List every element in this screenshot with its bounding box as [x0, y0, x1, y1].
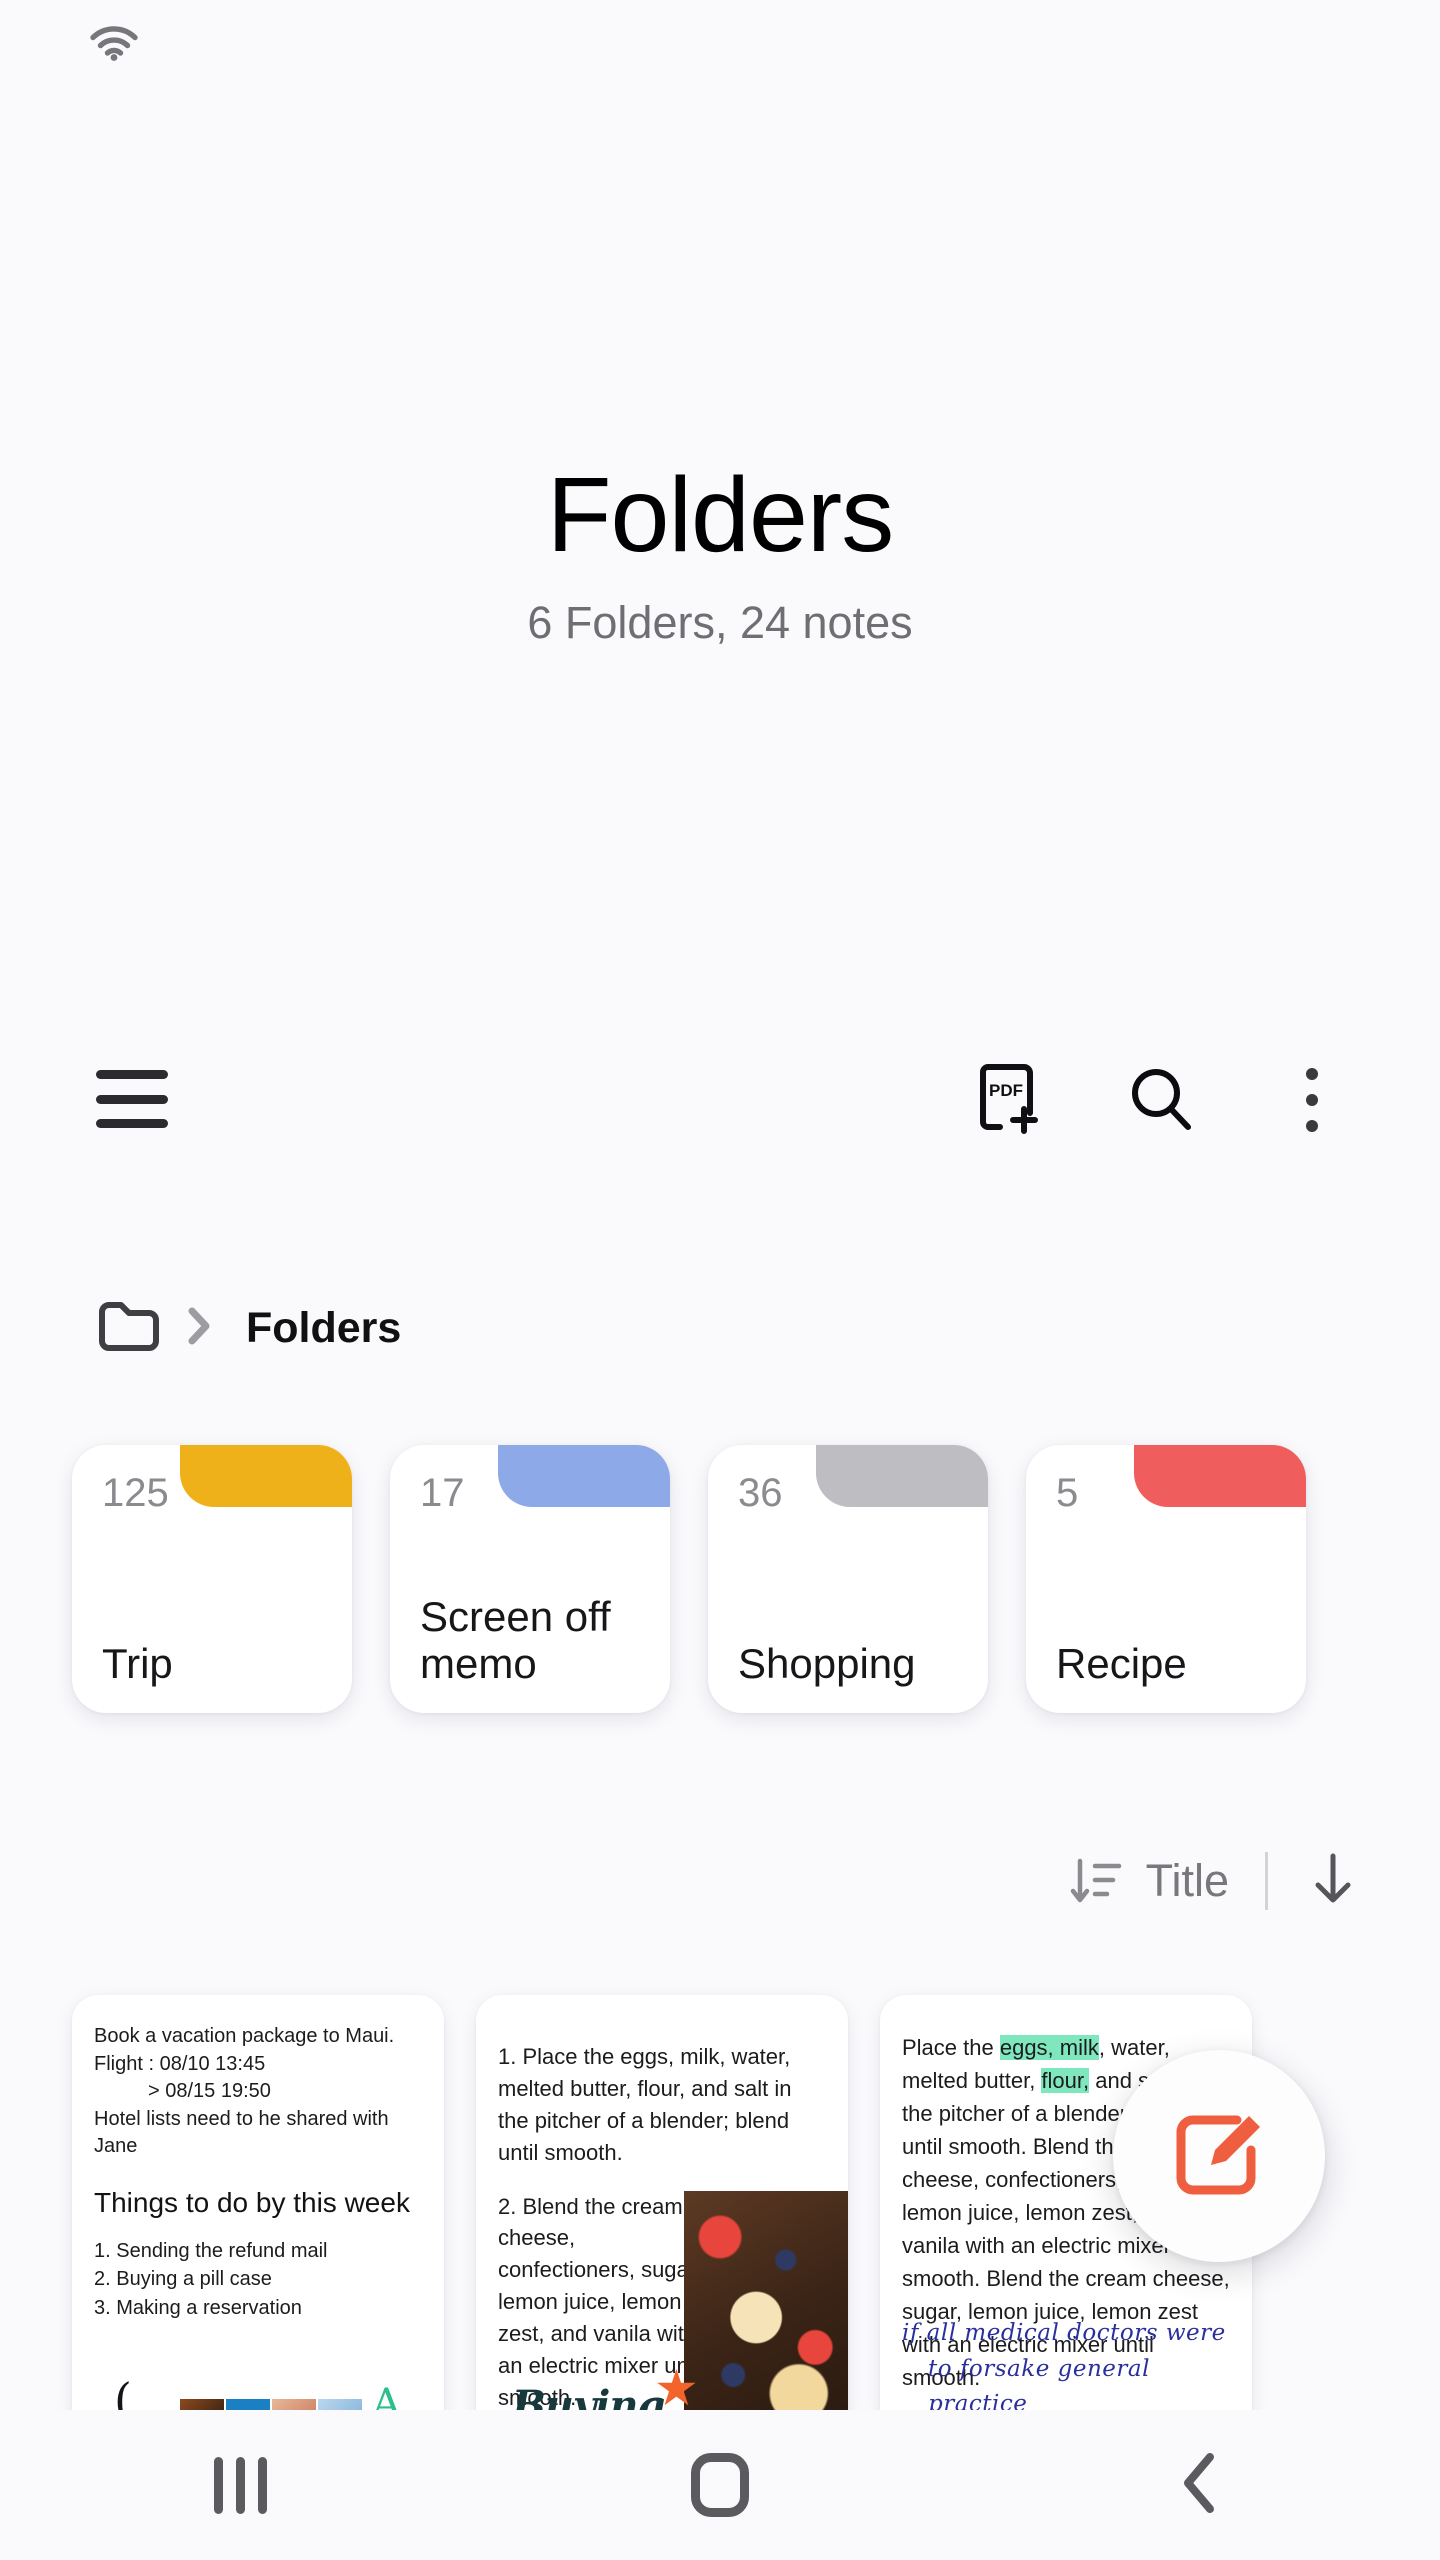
folder-card-trip[interactable]: 125 Trip: [72, 1445, 352, 1713]
hamburger-bar: [96, 1070, 168, 1079]
header-block: Folders 6 Folders, 24 notes: [0, 456, 1440, 649]
dot: [1306, 1068, 1318, 1080]
sort-by-button[interactable]: Title: [1068, 1853, 1229, 1909]
page-subtitle: 6 Folders, 24 notes: [527, 597, 913, 649]
folder-card-screen-off-memo[interactable]: 17 Screen off memo: [390, 1445, 670, 1713]
sort-label: Title: [1145, 1854, 1229, 1906]
star-icon: ★: [654, 2360, 699, 2416]
note-text-line: Hotel lists need to he shared with Jane: [94, 2107, 389, 2158]
search-icon: [1132, 1069, 1191, 1130]
note-list-item: 2. Buying a pill case: [94, 2268, 272, 2291]
note-paragraph: 1. Place the eggs, milk, water, melted b…: [498, 2044, 792, 2165]
action-bar: PDF: [0, 1040, 1440, 1180]
folder-card-recipe[interactable]: 5 Recipe: [1026, 1445, 1306, 1713]
folder-count: 17: [420, 1471, 465, 1515]
note-highlight: flour,: [1041, 2068, 1090, 2093]
folder-name: Recipe: [1056, 1639, 1187, 1687]
sort-direction-button[interactable]: [1304, 1848, 1362, 1913]
folder-tab: [816, 1445, 988, 1507]
folder-tab: [180, 1445, 352, 1507]
folder-icon[interactable]: [96, 1300, 162, 1357]
folder-tab: [1134, 1445, 1306, 1507]
search-button[interactable]: [1116, 1054, 1208, 1146]
breadcrumb: Folders: [96, 1300, 401, 1357]
sort-bar: Title: [1068, 1848, 1362, 1913]
more-options-button[interactable]: [1266, 1054, 1358, 1146]
dot: [1306, 1094, 1318, 1106]
home-button[interactable]: [480, 2410, 960, 2560]
note-card-recipe-photo[interactable]: 1. Place the eggs, milk, water, melted b…: [476, 1995, 848, 2435]
dot: [1306, 1120, 1318, 1132]
pdf-add-icon: PDF: [980, 1064, 1038, 1134]
system-navigation-bar: [0, 2410, 1440, 2560]
breadcrumb-chevron-icon: [184, 1303, 214, 1354]
note-text: Place the: [902, 2035, 1000, 2060]
recents-bar: [235, 2456, 245, 2514]
wifi-icon: [88, 23, 140, 68]
hamburger-bar: [96, 1094, 168, 1104]
hamburger-menu-icon[interactable]: [96, 1070, 168, 1128]
note-highlight: eggs, milk: [999, 2035, 1099, 2060]
status-bar: [0, 0, 1440, 90]
note-text-line: Flight : 08/10 13:45: [94, 2052, 266, 2075]
folder-count: 36: [738, 1471, 783, 1515]
back-button[interactable]: [960, 2410, 1440, 2560]
recents-button[interactable]: [0, 2410, 480, 2560]
folder-card-shopping[interactable]: 36 Shopping: [708, 1445, 988, 1713]
note-handwriting: if all medical doctors were to forsake g…: [902, 2316, 1238, 2423]
folder-count: 125: [102, 1471, 169, 1515]
notes-folders-screen: Folders 6 Folders, 24 notes PDF Folders …: [0, 0, 1440, 2560]
folder-count: 5: [1056, 1471, 1079, 1515]
folder-name: Screen off memo: [420, 1592, 611, 1687]
folder-list: 125 Trip 17 Screen off memo 36 Shopping …: [0, 1445, 1440, 1775]
page-title: Folders: [546, 456, 894, 574]
pdf-add-button[interactable]: PDF: [966, 1054, 1058, 1146]
handwriting-line: if all medical doctors were: [902, 2320, 1226, 2347]
note-text-line: Book a vacation package to Maui.: [94, 2025, 395, 2047]
recents-bar: [213, 2456, 223, 2514]
folder-name: Trip: [102, 1639, 173, 1687]
note-heading: Things to do by this week: [94, 2186, 410, 2218]
sort-descending-icon: [1070, 1858, 1121, 1902]
folder-name: Shopping: [738, 1639, 916, 1687]
back-icon: [1174, 2447, 1226, 2524]
folder-tab: [498, 1445, 670, 1507]
sort-divider: [1265, 1851, 1268, 1910]
home-icon: [691, 2453, 749, 2517]
compose-note-icon: [1176, 2115, 1260, 2195]
svg-text:PDF: PDF: [989, 1081, 1023, 1100]
arrow-down-icon: [1315, 1853, 1351, 1903]
recents-icon: [213, 2456, 267, 2514]
note-list-item: 3. Making a reservation: [94, 2296, 302, 2319]
recents-bar: [257, 2456, 267, 2514]
note-image: [684, 2191, 848, 2421]
more-options-icon: [1306, 1068, 1318, 1132]
breadcrumb-current[interactable]: Folders: [246, 1304, 401, 1353]
note-card-trip[interactable]: Book a vacation package to Maui. Flight …: [72, 1995, 444, 2435]
create-note-fab[interactable]: [1113, 2050, 1325, 2262]
action-bar-right: PDF: [966, 1054, 1358, 1146]
note-list-item: 1. Sending the refund mail: [94, 2239, 328, 2262]
note-text-line: > 08/15 19:50: [148, 2080, 271, 2103]
hamburger-bar: [96, 1119, 168, 1128]
